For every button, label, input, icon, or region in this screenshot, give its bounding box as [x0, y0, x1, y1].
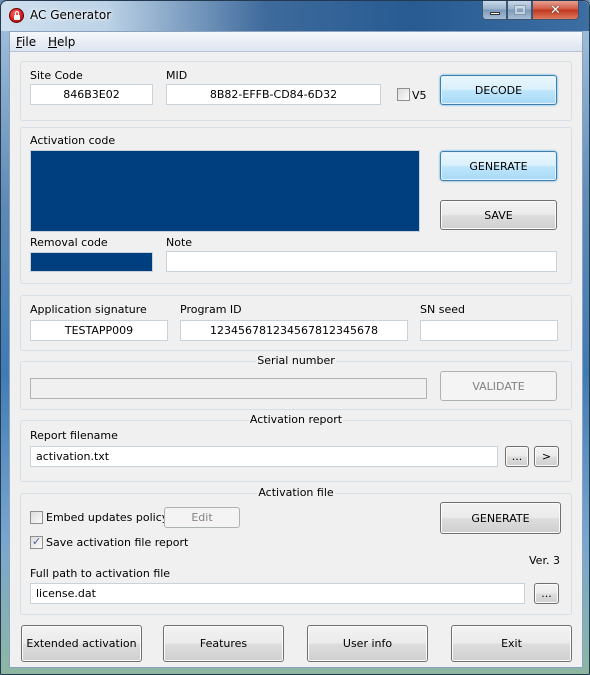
report-filename-input[interactable]: activation.txt [30, 446, 498, 467]
sn-seed-label: SN seed [420, 303, 465, 316]
generate-activation-button[interactable]: GENERATE [440, 151, 557, 181]
embed-policy-checkbox[interactable] [30, 511, 43, 524]
save-report-label: Save activation file report [46, 536, 189, 549]
decode-group: Site Code 846B3E02 MID 8B82-EFFB-CD84-6D… [20, 61, 572, 121]
activation-code-label: Activation code [30, 134, 116, 147]
v5-checkbox[interactable] [397, 88, 410, 101]
site-code-input[interactable]: 846B3E02 [30, 84, 153, 105]
removal-code-input[interactable] [30, 252, 153, 272]
extended-activation-button[interactable]: Extended activation [21, 625, 142, 662]
menu-file-label: ile [22, 35, 37, 49]
version-label: Ver. 3 [529, 554, 560, 567]
full-path-label: Full path to activation file [30, 567, 171, 580]
maximize-button[interactable] [507, 1, 532, 20]
serial-number-input[interactable] [30, 378, 427, 399]
report-open-button[interactable]: > [534, 446, 559, 467]
user-info-button[interactable]: User info [307, 625, 428, 662]
window-title: AC Generator [30, 8, 112, 22]
activation-report-legend: Activation report [21, 413, 571, 426]
minimize-icon [489, 11, 500, 15]
note-label: Note [166, 236, 193, 249]
activation-file-legend-text: Activation file [257, 486, 335, 499]
lock-icon [9, 8, 24, 23]
app-window: AC Generator ✕ File Help Site Code 846B3… [0, 0, 590, 675]
mid-label: MID [166, 69, 188, 82]
sn-seed-input[interactable] [420, 320, 558, 341]
caption-buttons: ✕ [482, 1, 579, 20]
program-id-input[interactable]: 12345678123456781234567­8 [180, 320, 408, 341]
app-signature-input[interactable]: TESTAPP009 [30, 320, 168, 341]
embed-policy-label: Embed updates policy [46, 511, 169, 524]
activation-report-legend-text: Activation report [248, 413, 344, 426]
features-button[interactable]: Features [163, 625, 284, 662]
minimize-button[interactable] [482, 1, 507, 20]
report-filename-label: Report filename [30, 429, 118, 442]
close-icon: ✕ [550, 2, 561, 18]
report-browse-button[interactable]: ... [505, 446, 529, 467]
full-path-input[interactable]: license.dat [30, 583, 525, 604]
menu-bar: File Help [10, 32, 582, 52]
menu-help-label: elp [57, 35, 76, 49]
serial-number-legend: Serial number [21, 354, 571, 367]
client-area: File Help Site Code 846B3E02 MID 8B82-EF… [9, 31, 583, 668]
activation-file-legend: Activation file [21, 486, 571, 499]
v5-label: V5 [412, 89, 427, 102]
menu-file[interactable]: File [16, 35, 36, 49]
mid-input[interactable]: 8B82-EFFB-CD84-6D32 [166, 84, 381, 105]
serial-number-legend-text: Serial number [256, 354, 336, 367]
close-button[interactable]: ✕ [532, 1, 579, 20]
program-id-label: Program ID [180, 303, 242, 316]
app-signature-label: Application signature [30, 303, 147, 316]
activation-code-textarea[interactable] [30, 150, 420, 232]
activation-report-group: Activation report Report filename activa… [20, 413, 572, 482]
application-group: Application signature TESTAPP009 Program… [20, 295, 572, 351]
save-report-checkbox[interactable] [30, 535, 43, 549]
decode-button[interactable]: DECODE [440, 75, 557, 105]
menu-help[interactable]: Help [48, 35, 75, 49]
maximize-icon [513, 5, 526, 15]
validate-button[interactable]: VALIDATE [440, 371, 557, 401]
activation-file-group: Activation file Embed updates policy Edi… [20, 486, 572, 615]
removal-code-label: Removal code [30, 236, 108, 249]
save-button[interactable]: SAVE [440, 200, 557, 230]
serial-number-group: Serial number VALIDATE [20, 354, 572, 410]
full-path-browse-button[interactable]: ... [534, 583, 559, 604]
edit-button[interactable]: Edit [164, 507, 240, 528]
title-bar[interactable]: AC Generator ✕ [1, 1, 589, 31]
note-input[interactable] [166, 251, 557, 272]
exit-button[interactable]: Exit [451, 625, 572, 662]
menu-help-accel: H [48, 35, 58, 49]
activation-code-group: Activation code GENERATE SAVE Removal co… [20, 127, 572, 284]
site-code-label: Site Code [30, 69, 83, 82]
generate-file-button[interactable]: GENERATE [440, 502, 561, 534]
